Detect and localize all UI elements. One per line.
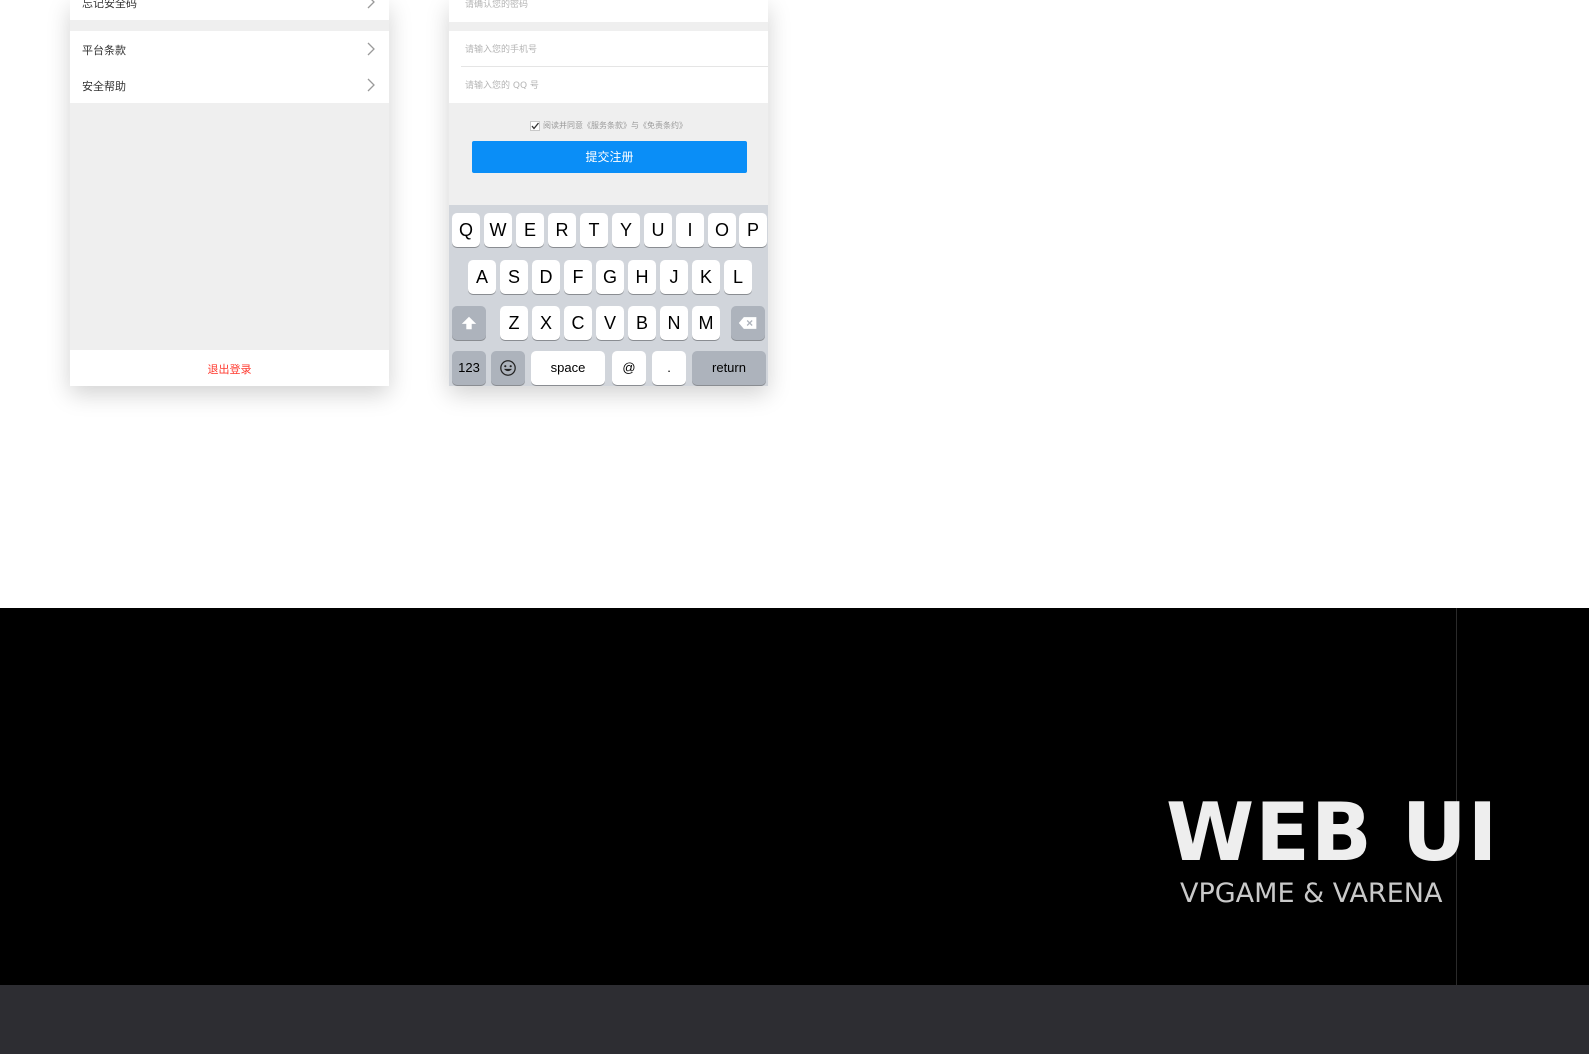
key-e[interactable]: E xyxy=(516,213,544,247)
key-o[interactable]: O xyxy=(708,213,736,247)
confirm-password-field-row xyxy=(449,0,768,23)
register-screen: 阅读并同意《服务条款》与《免责条约》 提交注册 Q W E R T Y U I … xyxy=(449,0,768,386)
settings-item-label: 安全帮助 xyxy=(82,80,126,93)
shift-arrow-icon xyxy=(461,316,477,330)
qq-field-row xyxy=(449,67,768,104)
key-f[interactable]: F xyxy=(564,260,592,294)
banner-title: WEB UI xyxy=(1166,786,1499,879)
numbers-key[interactable]: 123 xyxy=(452,351,486,385)
chevron-right-icon xyxy=(367,42,375,56)
banner: WEB UI VPGAME & VARENA xyxy=(0,608,1589,985)
key-t[interactable]: T xyxy=(580,213,608,247)
checkbox-checked-icon[interactable] xyxy=(530,120,540,131)
backspace-icon xyxy=(738,317,757,329)
key-g[interactable]: G xyxy=(596,260,624,294)
key-q[interactable]: Q xyxy=(452,213,480,247)
settings-item-help[interactable]: 安全帮助 xyxy=(70,67,389,103)
banner-subtitle: VPGAME & VARENA xyxy=(1180,878,1443,909)
key-x[interactable]: X xyxy=(532,306,560,340)
phone-field-row xyxy=(449,31,768,68)
qq-field[interactable] xyxy=(463,67,757,104)
key-m[interactable]: M xyxy=(692,306,720,340)
key-k[interactable]: K xyxy=(692,260,720,294)
agreement-row: 阅读并同意《服务条款》与《免责条约》 xyxy=(449,120,768,131)
space-key[interactable]: space xyxy=(531,351,605,385)
key-r[interactable]: R xyxy=(548,213,576,247)
key-b[interactable]: B xyxy=(628,306,656,340)
phone-field[interactable] xyxy=(463,31,757,68)
logout-button[interactable]: 退出登录 xyxy=(208,361,252,377)
settings-item-label: 平台条款 xyxy=(82,44,126,57)
submit-register-button[interactable]: 提交注册 xyxy=(472,141,747,173)
shift-key[interactable] xyxy=(452,306,486,340)
key-y[interactable]: Y xyxy=(612,213,640,247)
key-v[interactable]: V xyxy=(596,306,624,340)
key-n[interactable]: N xyxy=(660,306,688,340)
confirm-password-field[interactable] xyxy=(463,0,757,23)
settings-screen: 忘记安全码 平台条款 安全帮助 退出登录 xyxy=(70,0,389,386)
key-z[interactable]: Z xyxy=(500,306,528,340)
keyboard: Q W E R T Y U I O P A S D F G H J K L Z … xyxy=(449,205,768,386)
key-d[interactable]: D xyxy=(532,260,560,294)
key-u[interactable]: U xyxy=(644,213,672,247)
key-c[interactable]: C xyxy=(564,306,592,340)
key-l[interactable]: L xyxy=(724,260,752,294)
logout-bar: 退出登录 xyxy=(70,350,389,386)
bottom-strip xyxy=(0,985,1589,1054)
at-key[interactable]: @ xyxy=(612,351,646,385)
emoji-key[interactable] xyxy=(491,351,525,385)
key-p[interactable]: P xyxy=(739,213,767,247)
key-j[interactable]: J xyxy=(660,260,688,294)
settings-item-terms[interactable]: 平台条款 xyxy=(70,31,389,67)
settings-item-label: 忘记安全码 xyxy=(82,0,137,10)
key-w[interactable]: W xyxy=(484,213,512,247)
return-key[interactable]: return xyxy=(692,351,766,385)
backspace-key[interactable] xyxy=(731,306,765,340)
emoji-icon xyxy=(500,360,516,376)
agreement-text: 阅读并同意《服务条款》与《免责条约》 xyxy=(543,121,687,130)
chevron-right-icon xyxy=(367,78,375,92)
key-a[interactable]: A xyxy=(468,260,496,294)
top-area: 忘记安全码 平台条款 安全帮助 退出登录 阅读并同意《服务条款》与《免责条约》 xyxy=(0,0,1589,608)
key-h[interactable]: H xyxy=(628,260,656,294)
chevron-right-icon xyxy=(367,0,375,9)
key-s[interactable]: S xyxy=(500,260,528,294)
settings-item-forgot-code[interactable]: 忘记安全码 xyxy=(70,0,389,20)
key-i[interactable]: I xyxy=(676,213,704,247)
dot-key[interactable]: . xyxy=(652,351,686,385)
